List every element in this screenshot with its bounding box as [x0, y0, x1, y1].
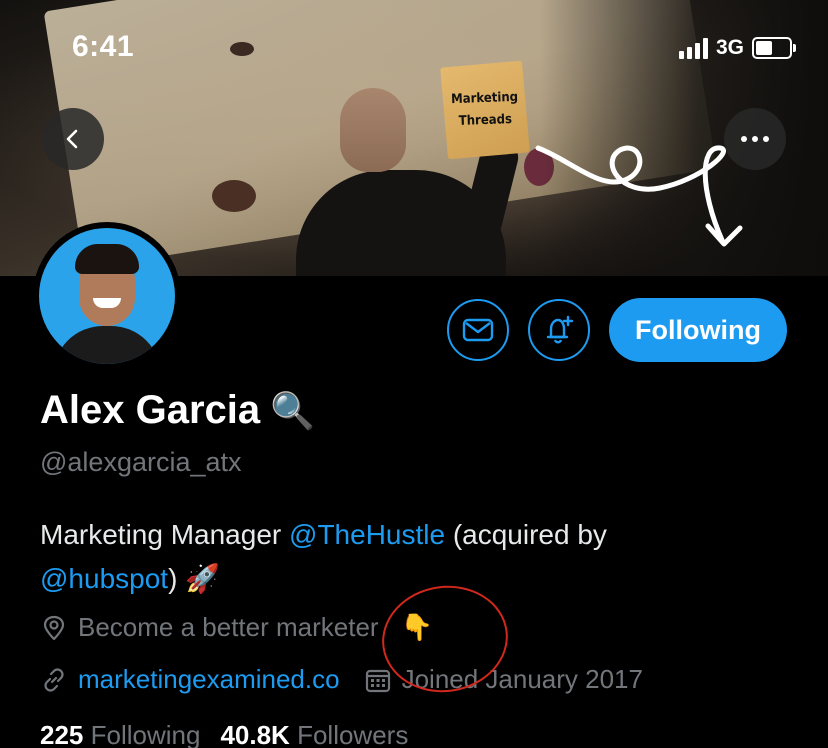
profile-handle: @alexgarcia_atx [40, 447, 242, 477]
more-horizontal-icon [741, 136, 769, 142]
location-text: Become a better marketer [78, 612, 379, 642]
avatar-photo [39, 228, 175, 364]
profile-stats: 225 Following 40.8K Followers [40, 720, 408, 748]
website-link[interactable]: marketingexamined.co [78, 664, 340, 695]
profile-location: Become a better marketer 👇 [40, 612, 433, 643]
bio-text: (acquired by [445, 519, 607, 550]
back-button[interactable] [42, 108, 104, 170]
following-count: 225 [40, 720, 84, 748]
calendar-icon [365, 669, 390, 692]
message-button[interactable] [447, 299, 509, 361]
bio-text: ) [168, 563, 186, 594]
profile-links-row: marketingexamined.co Joined January 2017 [40, 664, 643, 695]
mention-hubspot[interactable]: @hubspot [40, 563, 168, 594]
profile-name: Alex Garcia [40, 388, 261, 432]
status-time: 6:41 [72, 30, 135, 63]
following-label: Following [90, 720, 201, 748]
envelope-icon [462, 318, 494, 342]
followers-stat[interactable]: 40.8K Followers [220, 720, 408, 748]
signal-icon [678, 37, 708, 59]
link-icon [44, 667, 64, 692]
profile-bio: Marketing Manager @TheHustle (acquired b… [40, 513, 800, 601]
mention-thehustle[interactable]: @TheHustle [289, 519, 445, 550]
profile-screen: Marketing Threads 6:41 3G Following Alex… [0, 0, 828, 748]
status-icons: 3G [678, 36, 796, 60]
profile-name-row: Alex Garcia 🔍 [40, 388, 315, 433]
battery-icon [752, 37, 796, 59]
bio-text: Marketing Manager [40, 519, 290, 550]
bell-plus-icon [546, 315, 574, 344]
following-stat[interactable]: 225 Following [40, 720, 200, 748]
notifications-button[interactable] [528, 299, 590, 361]
avatar[interactable] [33, 222, 181, 370]
rocket-emoji: 🚀 [185, 563, 221, 594]
network-type: 3G [715, 36, 744, 59]
following-button[interactable]: Following [609, 298, 787, 362]
magnifier-emoji: 🔍 [270, 389, 315, 431]
followers-label: Followers [297, 720, 409, 748]
location-pin-icon [43, 615, 65, 640]
followers-count: 40.8K [220, 720, 290, 748]
chevron-left-icon [66, 129, 78, 149]
more-options-button[interactable] [724, 108, 786, 170]
